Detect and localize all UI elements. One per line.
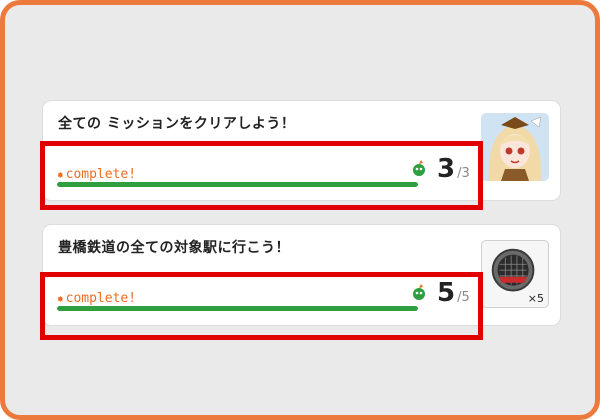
progress-current: 5 bbox=[437, 278, 456, 308]
progress-bar bbox=[57, 306, 418, 311]
complete-label: ✸ complete! bbox=[57, 291, 136, 306]
runner-mascot-icon bbox=[413, 284, 425, 300]
progress-bar bbox=[57, 182, 418, 187]
mission-card-toyohashi-stations[interactable]: 豊橋鉄道の全ての対象駅に行こう！ ✸ complete! 5/5 ×5 bbox=[42, 224, 561, 326]
star-icon: ✸ bbox=[57, 168, 64, 181]
badge-quantity: ×5 bbox=[527, 292, 544, 305]
mission-card-all-missions[interactable]: 全ての ミッションをクリアしよう！ ✸ complete! 3/3 bbox=[42, 100, 561, 201]
mission-title: 豊橋鉄道の全ての対象駅に行こう！ bbox=[58, 240, 290, 256]
progress-fill bbox=[57, 306, 418, 311]
station-badge-thumbnail: ×5 bbox=[481, 240, 549, 308]
progress-total: /5 bbox=[457, 290, 470, 305]
runner-mascot-icon bbox=[413, 160, 425, 176]
character-thumbnail bbox=[481, 113, 549, 181]
app-frame bbox=[0, 0, 600, 420]
complete-text: complete! bbox=[65, 167, 137, 182]
complete-label: ✸ complete! bbox=[57, 167, 136, 182]
mission-title: 全ての ミッションをクリアしよう！ bbox=[58, 116, 296, 132]
progress-total: /3 bbox=[457, 166, 470, 181]
complete-text: complete! bbox=[65, 291, 137, 306]
progress-count: 5/5 bbox=[437, 278, 470, 308]
character-portrait-icon bbox=[481, 113, 549, 181]
progress-current: 3 bbox=[437, 154, 456, 184]
star-icon: ✸ bbox=[57, 292, 64, 305]
progress-count: 3/3 bbox=[437, 154, 470, 184]
progress-fill bbox=[57, 182, 418, 187]
